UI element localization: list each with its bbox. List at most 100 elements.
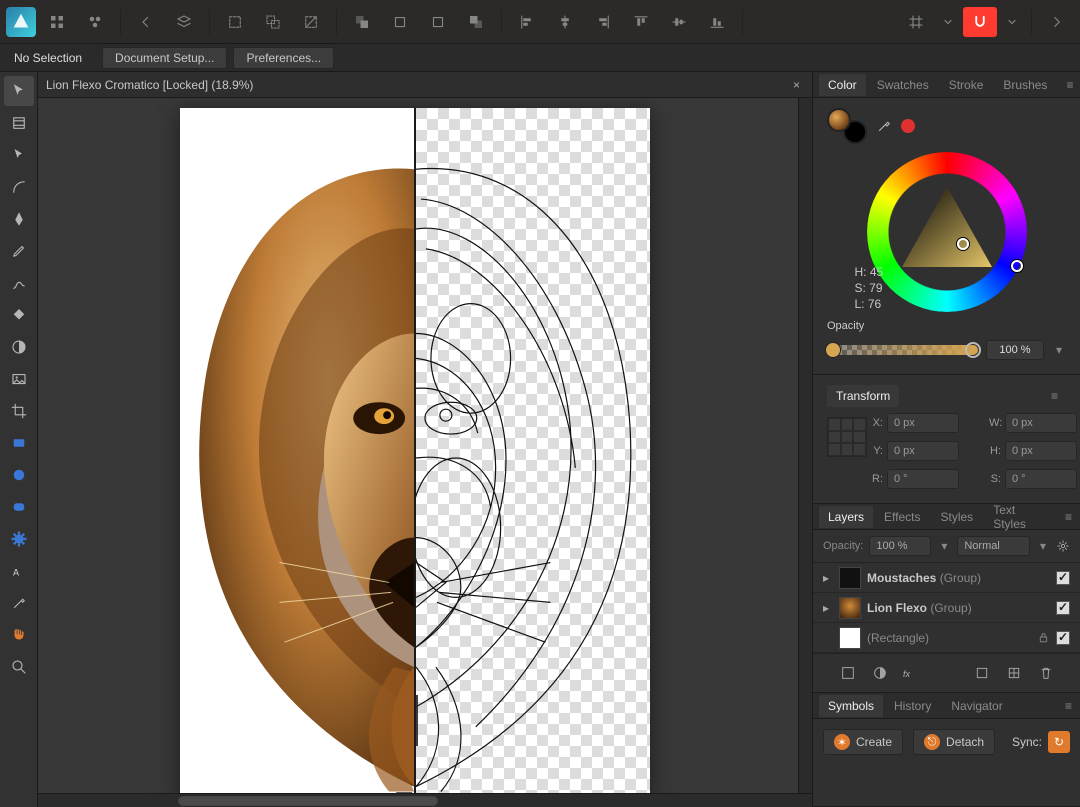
transform-x-input[interactable]: 0 px [887,413,959,433]
vertical-scrollbar[interactable] [798,98,812,793]
transform-w-input[interactable]: 0 px [1005,413,1077,433]
rectangle-tool-icon[interactable] [4,428,34,458]
layer-row[interactable]: ▸ (Rectangle) [813,623,1080,653]
align-right-icon[interactable] [586,7,620,37]
blend-mode-select[interactable]: Normal [957,536,1030,556]
move-front-icon[interactable] [459,7,493,37]
place-image-tool-icon[interactable] [4,364,34,394]
transform-s-input[interactable]: 0 ° [1005,469,1077,489]
align-bottom-icon[interactable] [700,7,734,37]
align-top-icon[interactable] [624,7,658,37]
zoom-tool-icon[interactable] [4,652,34,682]
add-pixel-layer-icon[interactable] [1002,662,1026,684]
fx-icon[interactable]: fx [900,662,924,684]
lock-icon[interactable] [1037,631,1050,644]
add-layer-icon[interactable] [970,662,994,684]
sample-dot-icon[interactable] [901,119,915,133]
layer-opacity-input[interactable]: 100 % [869,536,931,556]
layer-opacity-label: Opacity: [823,540,863,552]
horizontal-scrollbar[interactable] [38,793,812,807]
fill-tool-icon[interactable] [4,300,34,330]
tab-history[interactable]: History [885,695,940,717]
persona-pixel-icon[interactable] [78,7,112,37]
tab-color[interactable]: Color [819,74,866,96]
more-tools-icon[interactable] [1040,7,1074,37]
transparency-tool-icon[interactable] [4,332,34,362]
anchor-picker[interactable] [827,417,867,457]
colour-picker-tool-icon[interactable] [4,588,34,618]
mask-icon[interactable] [836,662,860,684]
align-vcenter-icon[interactable] [662,7,696,37]
pen-tool-icon[interactable] [4,204,34,234]
view-tool-icon[interactable] [4,620,34,650]
panel-menu-icon[interactable]: ≡ [1057,695,1080,717]
layer-row[interactable]: ▸ Lion Flexo (Group) [813,593,1080,623]
ellipse-tool-icon[interactable] [4,460,34,490]
back-icon[interactable] [129,7,163,37]
visibility-checkbox[interactable] [1056,571,1070,585]
opacity-stepper-icon[interactable]: ▾ [1052,343,1066,357]
tab-navigator[interactable]: Navigator [942,695,1011,717]
transform-r-input[interactable]: 0 ° [887,469,959,489]
create-symbol-button[interactable]: ✶Create [823,729,903,755]
visibility-checkbox[interactable] [1056,601,1070,615]
vector-brush-tool-icon[interactable] [4,268,34,298]
node-tool-icon[interactable] [4,140,34,170]
select-all-icon[interactable] [218,7,252,37]
tab-styles[interactable]: Styles [932,506,983,528]
delete-layer-icon[interactable] [1034,662,1058,684]
cog-tool-icon[interactable] [4,524,34,554]
tab-transform[interactable]: Transform [827,385,899,407]
deselect-icon[interactable] [294,7,328,37]
grid-icon[interactable] [899,7,933,37]
snapping-dropdown-icon[interactable] [1001,7,1023,37]
eyedropper-icon[interactable] [875,117,893,135]
artboard-tool-icon[interactable] [4,108,34,138]
close-document-icon[interactable]: × [789,78,804,92]
detach-symbol-button[interactable]: ⎋Detach [913,729,995,755]
grid-dropdown-icon[interactable] [937,7,959,37]
disclosure-icon[interactable]: ▸ [823,571,833,585]
tab-effects[interactable]: Effects [875,506,929,528]
move-backward-icon[interactable] [383,7,417,37]
opacity-value[interactable]: 100 % [986,340,1044,360]
tab-brushes[interactable]: Brushes [994,74,1056,96]
crop-tool-icon[interactable] [4,396,34,426]
snapping-icon[interactable] [963,7,997,37]
corner-tool-icon[interactable] [4,172,34,202]
rounded-rect-tool-icon[interactable] [4,492,34,522]
visibility-checkbox[interactable] [1056,631,1070,645]
select-same-icon[interactable] [256,7,290,37]
move-back-icon[interactable] [345,7,379,37]
gear-icon[interactable] [1056,539,1070,553]
color-wheel[interactable]: H: 45 S: 79 L: 76 [857,152,1037,312]
adjustment-icon[interactable] [868,662,892,684]
transform-y-input[interactable]: 0 px [887,441,959,461]
document-tab[interactable]: Lion Flexo Cromatico [Locked] (18.9%) × [38,72,812,98]
panel-menu-icon[interactable]: ≡ [1058,74,1080,96]
align-hcenter-icon[interactable] [548,7,582,37]
pencil-tool-icon[interactable] [4,236,34,266]
artistic-text-tool-icon[interactable]: A [4,556,34,586]
layers-icon[interactable] [167,7,201,37]
transform-h-input[interactable]: 0 px [1005,441,1077,461]
panel-menu-icon[interactable]: ≡ [1043,385,1066,407]
canvas[interactable]: Vector [38,98,812,793]
move-forward-icon[interactable] [421,7,455,37]
fill-stroke-swatch[interactable] [827,108,867,144]
tab-symbols[interactable]: Symbols [819,695,883,717]
tab-stroke[interactable]: Stroke [940,74,993,96]
tab-layers[interactable]: Layers [819,506,873,528]
right-panel-stack: Color Swatches Stroke Brushes ≡ [812,72,1080,807]
disclosure-icon[interactable]: ▸ [823,601,833,615]
layer-row[interactable]: ▸ Moustaches (Group) [813,563,1080,593]
preferences-button[interactable]: Preferences... [233,47,334,69]
persona-designer-icon[interactable] [40,7,74,37]
sync-toggle[interactable]: ↻ [1048,731,1070,753]
move-tool-icon[interactable] [4,76,34,106]
document-setup-button[interactable]: Document Setup... [102,47,227,69]
tab-swatches[interactable]: Swatches [868,74,938,96]
opacity-slider[interactable] [827,345,978,355]
align-left-icon[interactable] [510,7,544,37]
panel-menu-icon[interactable]: ≡ [1057,506,1080,528]
